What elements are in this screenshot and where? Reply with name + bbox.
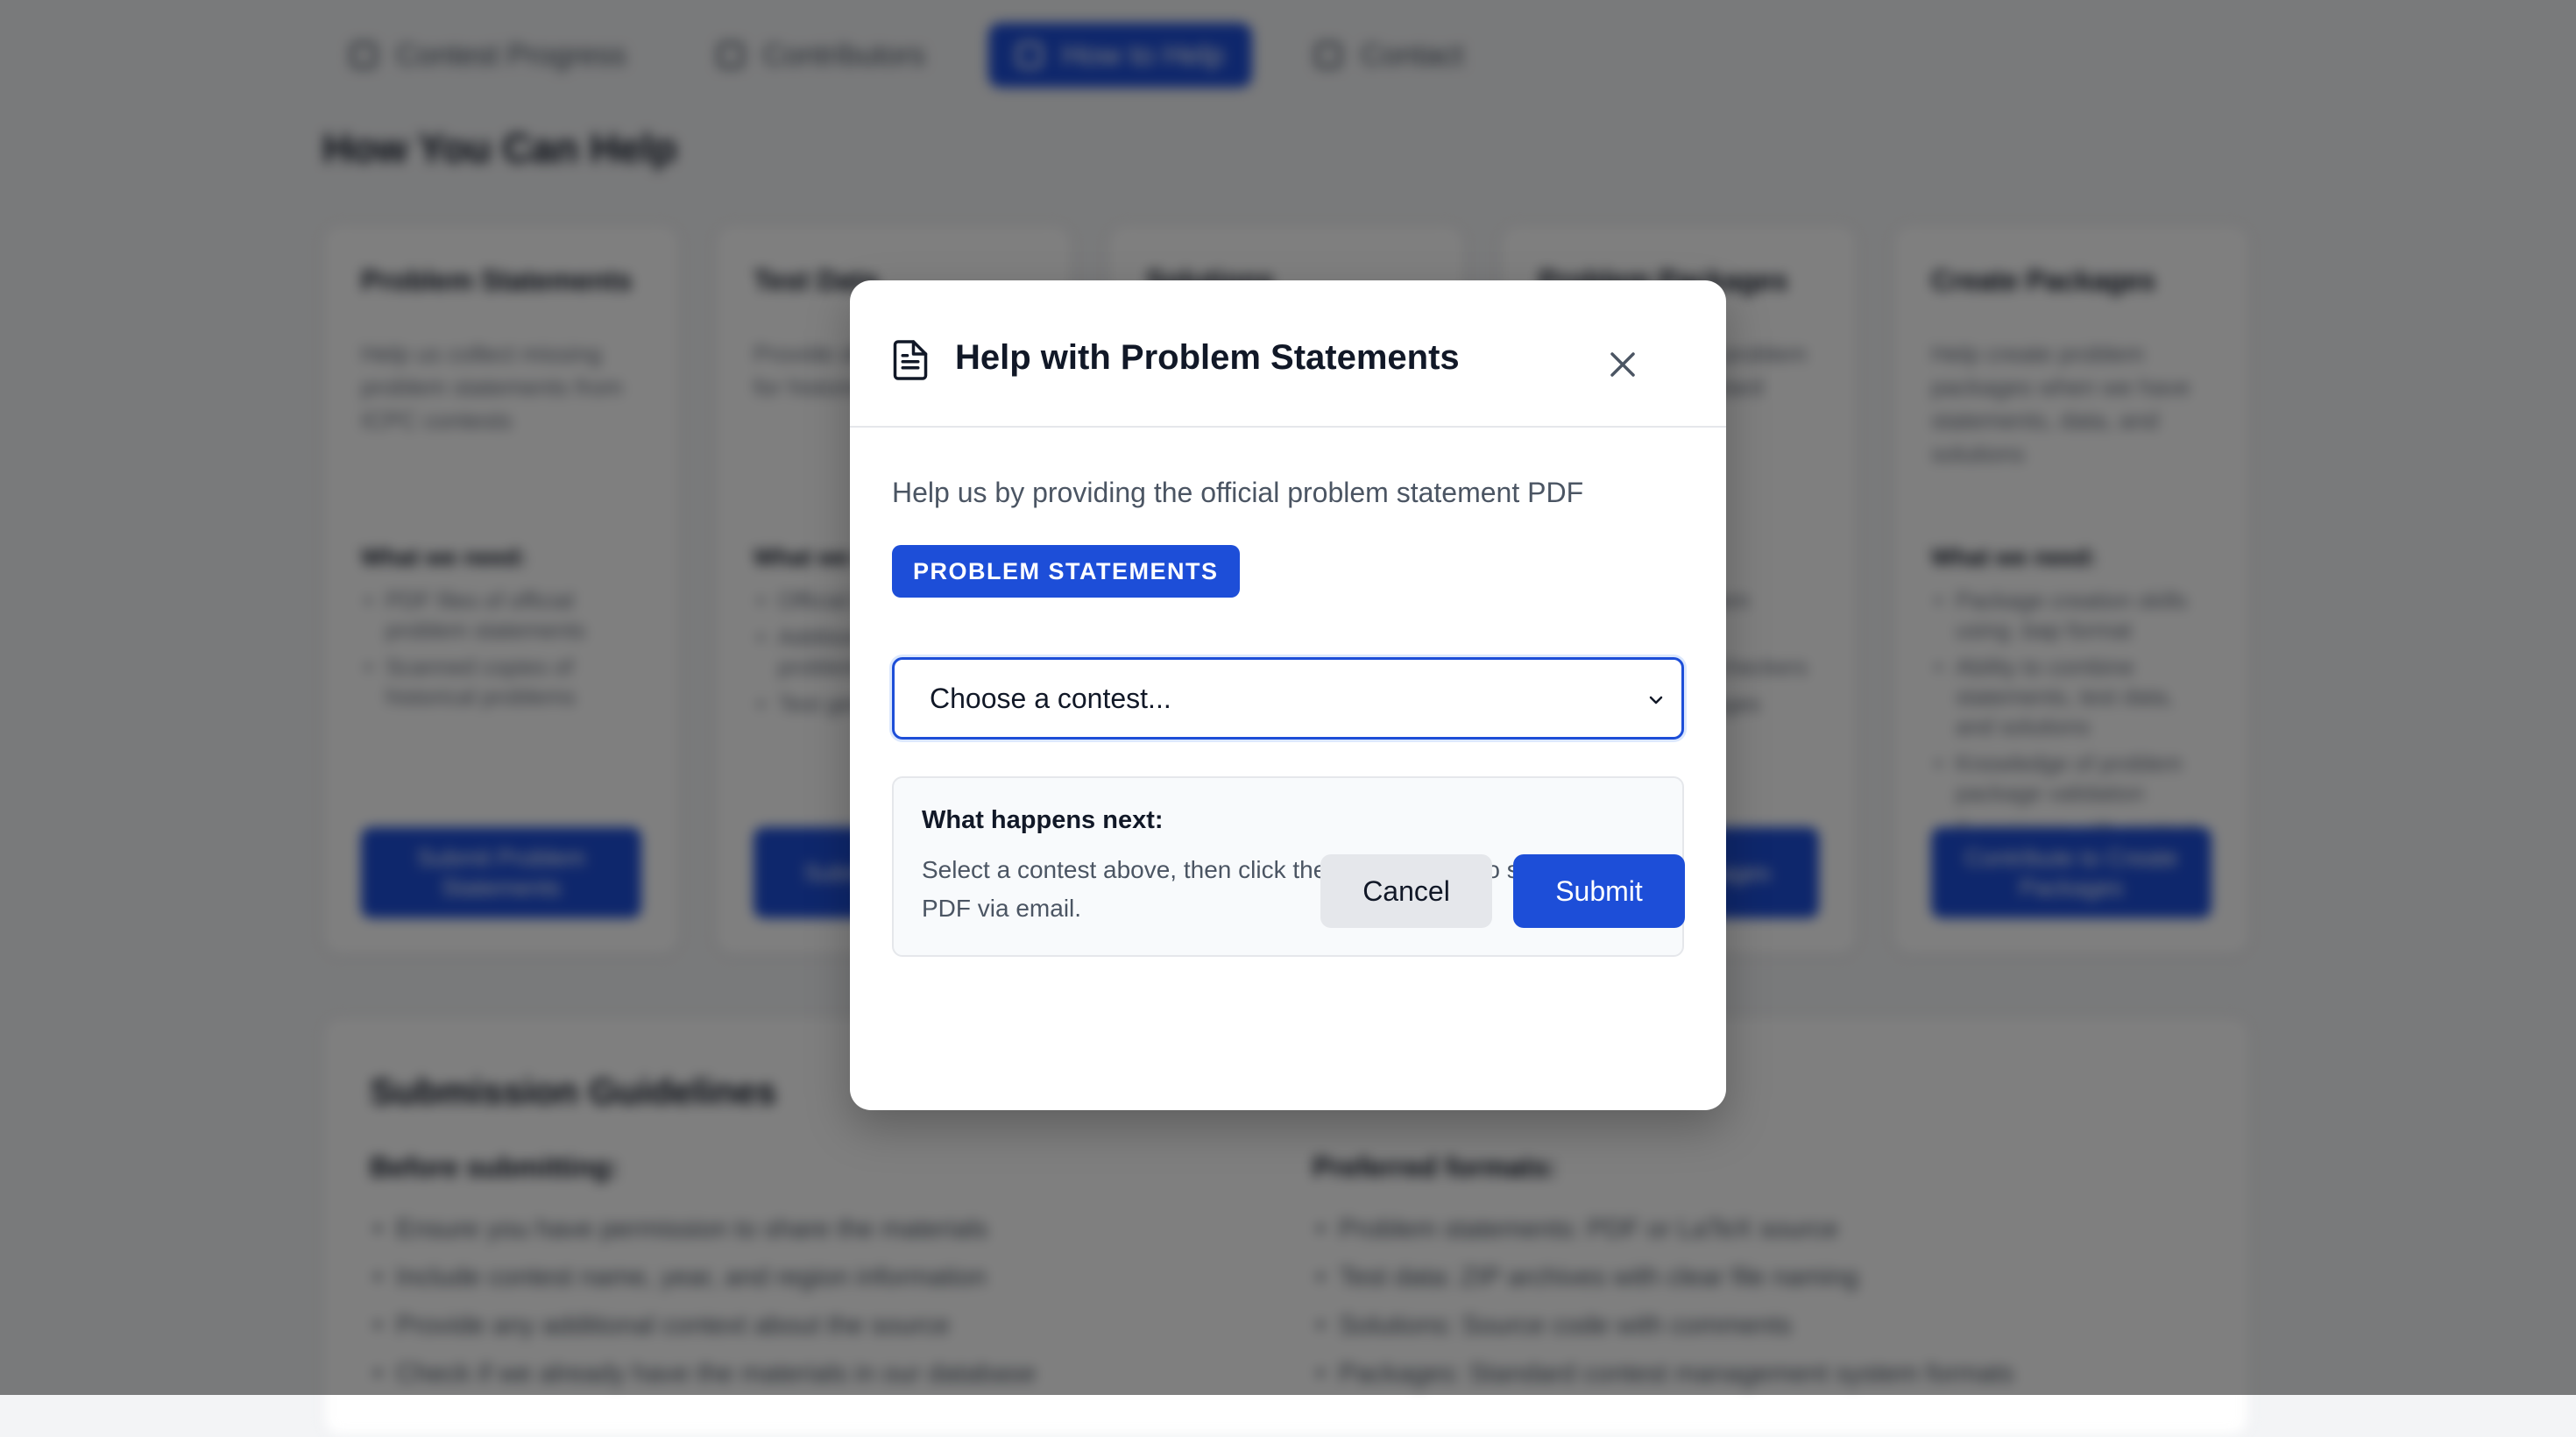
close-button[interactable]	[1600, 342, 1645, 387]
help-dialog: Help with Problem Statements Help us by …	[850, 280, 1726, 1110]
chevron-down-icon	[1649, 696, 1663, 704]
dialog-title: Help with Problem Statements	[955, 338, 1460, 377]
close-icon	[1610, 352, 1635, 377]
cancel-button[interactable]: Cancel	[1320, 854, 1492, 928]
submit-button[interactable]: Submit	[1513, 854, 1685, 928]
contest-select-value: Choose a contest...	[930, 682, 1171, 714]
category-badge: PROBLEM STATEMENTS	[892, 545, 1240, 598]
info-heading: What happens next:	[922, 806, 1164, 834]
dialog-description: Help us by providing the official proble…	[892, 477, 1584, 508]
dialog-header: Help with Problem Statements	[850, 280, 1726, 428]
contest-select[interactable]: Choose a contest...	[892, 657, 1684, 740]
document-icon	[893, 340, 928, 380]
